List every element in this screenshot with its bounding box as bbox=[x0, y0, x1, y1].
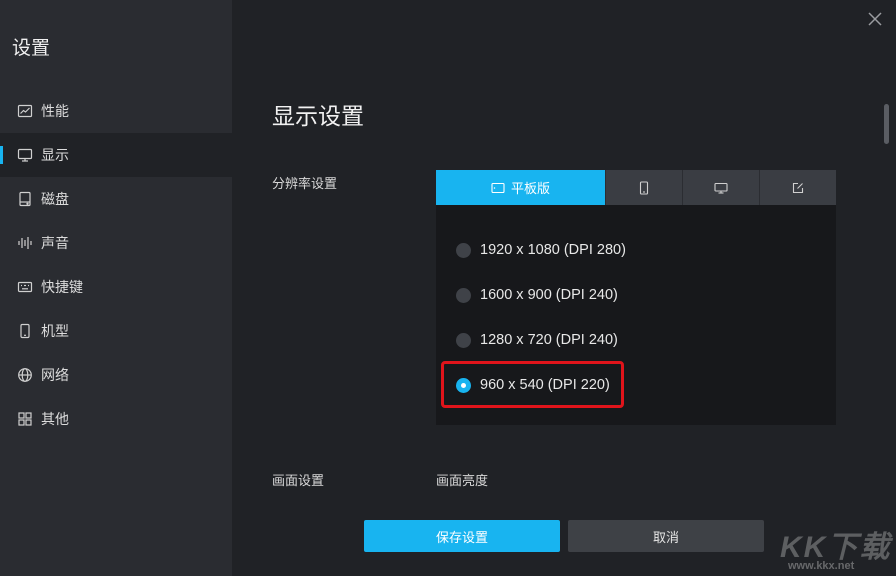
disk-icon bbox=[17, 191, 33, 207]
phone-icon bbox=[639, 180, 649, 195]
resolution-label: 分辨率设置 bbox=[272, 177, 338, 192]
sidebar-item-sound[interactable]: 声音 bbox=[0, 221, 232, 265]
keyboard-icon bbox=[17, 279, 33, 295]
sidebar-item-shortcuts[interactable]: 快捷键 bbox=[0, 265, 232, 309]
tablet-icon bbox=[491, 182, 505, 193]
edit-icon bbox=[792, 182, 804, 193]
resolution-option[interactable]: 1600 x 900 (DPI 240) bbox=[456, 284, 618, 306]
sidebar-item-label: 磁盘 bbox=[41, 192, 69, 208]
tab-label: 平板版 bbox=[510, 182, 550, 197]
device-type-tabs: 平板版 bbox=[436, 170, 836, 205]
resolution-option-label: 1920 x 1080 (DPI 280) bbox=[480, 242, 626, 258]
sidebar-item-label: 声音 bbox=[41, 236, 69, 252]
sidebar-item-disk[interactable]: 磁盘 bbox=[0, 177, 232, 221]
scrollbar-thumb[interactable] bbox=[884, 104, 889, 144]
resolution-option[interactable]: 1920 x 1080 (DPI 280) bbox=[456, 239, 626, 261]
sidebar-title: 设置 bbox=[12, 37, 51, 59]
sidebar-item-other[interactable]: 其他 bbox=[0, 397, 232, 441]
monitor-icon bbox=[714, 182, 728, 194]
radio-button[interactable] bbox=[456, 242, 471, 258]
sound-wave-icon bbox=[17, 235, 33, 251]
radio-button[interactable] bbox=[456, 287, 471, 303]
tab-tablet[interactable]: 平板版 bbox=[436, 170, 605, 205]
watermark-url: www.kkx.net bbox=[788, 560, 855, 572]
sidebar-item-performance[interactable]: 性能 bbox=[0, 89, 232, 133]
tab-custom[interactable] bbox=[759, 170, 836, 205]
tab-phone[interactable] bbox=[605, 170, 682, 205]
sidebar-item-label: 快捷键 bbox=[41, 280, 83, 296]
sidebar-item-display[interactable]: 显示 bbox=[0, 133, 232, 177]
radio-button[interactable] bbox=[456, 332, 471, 348]
sidebar-item-label: 性能 bbox=[41, 104, 69, 120]
close-icon bbox=[868, 12, 882, 26]
save-button[interactable]: 保存设置 bbox=[364, 520, 560, 552]
sidebar-item-network[interactable]: 网络 bbox=[0, 353, 232, 397]
sidebar-nav: 性能 显示 磁盘 声音 快捷键 机型 网络 其他 bbox=[0, 89, 232, 441]
sidebar-item-device-model[interactable]: 机型 bbox=[0, 309, 232, 353]
brightness-label: 画面亮度 bbox=[436, 474, 489, 489]
watermark: KK下载 www.kkx.net bbox=[776, 522, 894, 574]
sidebar-item-label: 网络 bbox=[41, 368, 69, 384]
chart-icon bbox=[17, 103, 33, 119]
phone-icon bbox=[17, 323, 33, 339]
tab-desktop[interactable] bbox=[682, 170, 759, 205]
highlight-annotation-box bbox=[441, 361, 624, 408]
sidebar-item-label: 显示 bbox=[41, 148, 69, 164]
resolution-option-label: 1280 x 720 (DPI 240) bbox=[480, 332, 618, 348]
sidebar-item-label: 其他 bbox=[41, 412, 69, 428]
page-title: 显示设置 bbox=[272, 104, 364, 130]
sidebar: 设置 性能 显示 磁盘 声音 快捷键 机型 网络 其他 bbox=[0, 0, 232, 576]
monitor-icon bbox=[17, 147, 33, 163]
resolution-option[interactable]: 1280 x 720 (DPI 240) bbox=[456, 329, 618, 351]
resolution-option-label: 1600 x 900 (DPI 240) bbox=[480, 287, 618, 303]
globe-icon bbox=[17, 367, 33, 383]
grid-icon bbox=[17, 411, 33, 427]
screen-settings-label: 画面设置 bbox=[272, 474, 325, 489]
sidebar-item-label: 机型 bbox=[41, 324, 69, 340]
cancel-button[interactable]: 取消 bbox=[568, 520, 764, 552]
close-button[interactable] bbox=[866, 10, 884, 28]
